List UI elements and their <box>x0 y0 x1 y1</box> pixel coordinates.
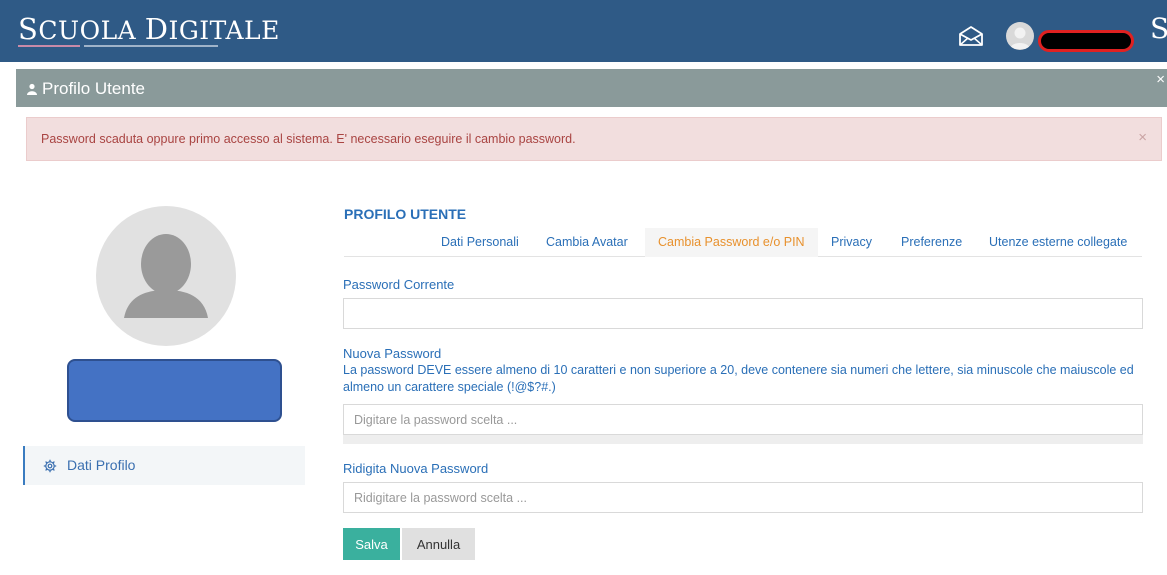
tab-cambia-avatar[interactable]: Cambia Avatar <box>546 228 628 257</box>
redacted-user-name <box>67 359 282 422</box>
alert-close-button[interactable]: × <box>1138 129 1147 146</box>
section-title: PROFILO UTENTE <box>344 206 467 222</box>
logo-underline-blue <box>84 45 218 47</box>
user-icon <box>26 80 38 95</box>
modal-title: Profilo Utente <box>26 79 145 99</box>
profile-tabs: Dati Personali Cambia Avatar Cambia Pass… <box>344 228 1142 257</box>
current-password-input[interactable] <box>343 298 1143 329</box>
alert-message: Password scaduta oppure primo accesso al… <box>41 132 576 146</box>
top-navbar: SCUOLA DIGITALE S <box>0 0 1167 62</box>
default-user-avatar-icon <box>124 234 208 318</box>
password-expired-alert: Password scaduta oppure primo accesso al… <box>26 117 1162 161</box>
user-avatar-icon[interactable] <box>1006 22 1034 50</box>
current-password-label: Password Corrente <box>343 277 455 292</box>
redacted-username[interactable] <box>1038 30 1134 52</box>
logo-underline-pink <box>18 45 80 47</box>
new-password-label: Nuova Password <box>343 346 442 361</box>
gear-icon <box>43 458 57 473</box>
modal-close-button[interactable]: × <box>1156 71 1165 88</box>
new-password-help-text: La password DEVE essere almeno di 10 car… <box>343 363 1134 394</box>
sidebar-item-dati-profilo[interactable]: Dati Profilo <box>23 446 305 485</box>
profile-avatar <box>96 206 236 346</box>
modal-header: Profilo Utente × <box>16 69 1167 107</box>
envelope-open-icon[interactable] <box>958 25 984 47</box>
tab-privacy[interactable]: Privacy <box>831 228 872 257</box>
save-button[interactable]: Salva <box>343 528 400 560</box>
tab-dati-personali[interactable]: Dati Personali <box>441 228 519 257</box>
sidebar-item-label: Dati Profilo <box>67 457 136 473</box>
tab-utenze-esterne[interactable]: Utenze esterne collegate <box>989 228 1127 257</box>
modal-title-text: Profilo Utente <box>42 79 145 98</box>
repeat-password-input[interactable] <box>343 482 1143 513</box>
truncated-user-text: S <box>1150 12 1167 45</box>
repeat-password-label: Ridigita Nuova Password <box>343 461 489 476</box>
tab-preferenze[interactable]: Preferenze <box>901 228 962 257</box>
password-strength-bar <box>343 435 1143 444</box>
cancel-button[interactable]: Annulla <box>402 528 475 560</box>
app-logo[interactable]: SCUOLA DIGITALE <box>18 12 280 46</box>
tab-cambia-password[interactable]: Cambia Password e/o PIN <box>645 228 818 257</box>
profile-modal: Profilo Utente × Password scaduta oppure… <box>16 69 1167 575</box>
new-password-input[interactable] <box>343 404 1143 435</box>
